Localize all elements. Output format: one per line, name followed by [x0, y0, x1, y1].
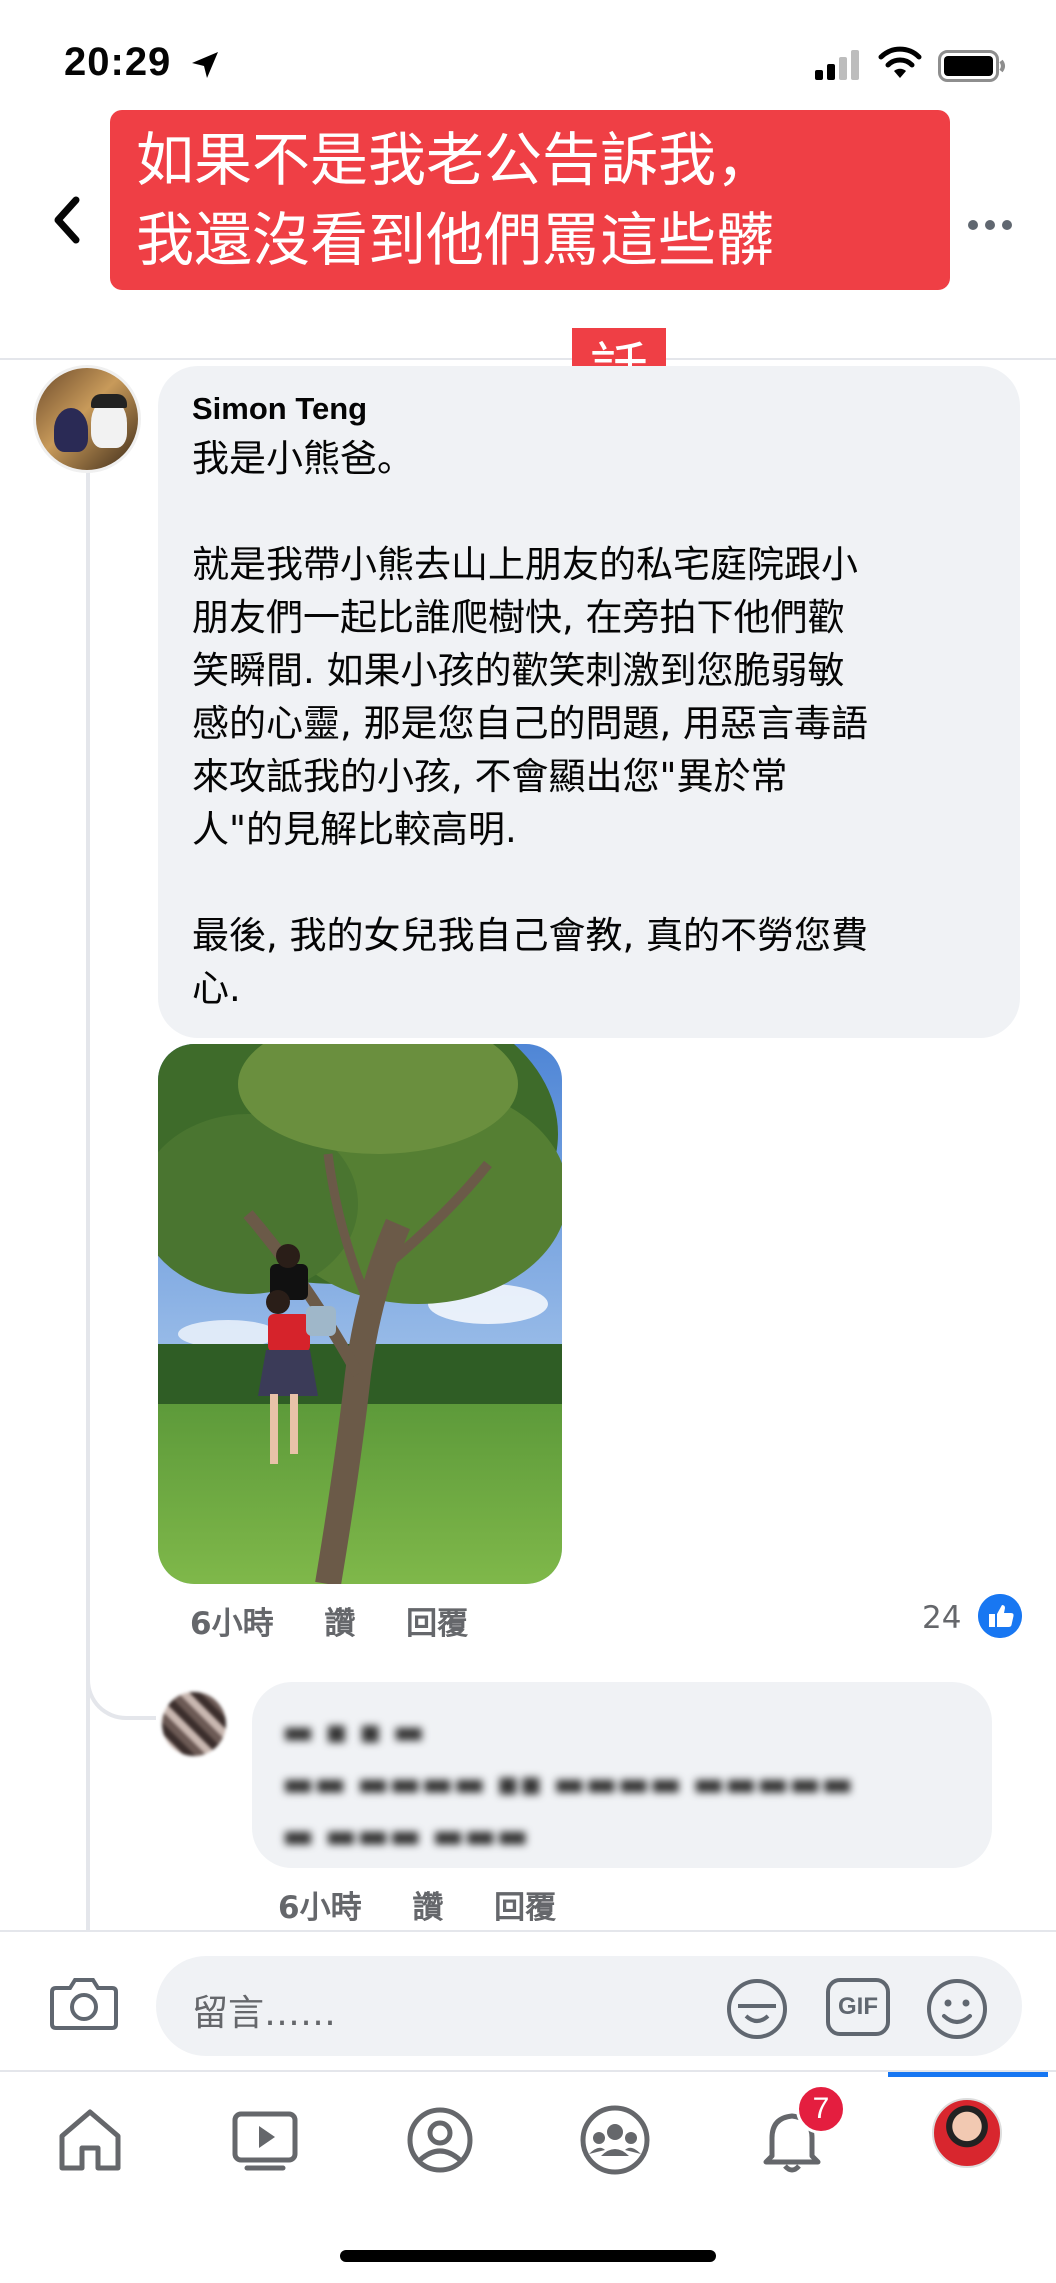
- emoji-icon[interactable]: [924, 1976, 990, 2042]
- reply-reply-button[interactable]: 回覆: [494, 1890, 556, 1926]
- comment-actions: 6小時 讚 回覆: [190, 1598, 508, 1643]
- obscured-header-subtitle: [240, 290, 420, 320]
- reply-avatar-blurred[interactable]: [162, 1692, 226, 1756]
- caption-banner-box: 如果不是我老公告訴我， 我還沒看到他們罵這些髒: [110, 110, 950, 290]
- gif-label: GIF: [838, 1993, 878, 2020]
- like-button[interactable]: 讚: [324, 1606, 355, 1642]
- reaction-count[interactable]: 24: [922, 1600, 961, 1636]
- location-arrow-icon: [192, 52, 218, 78]
- caption-line-1: 如果不是我老公告訴我，: [136, 126, 775, 194]
- reply-text-blurred-2: ▬ ▬▬▬ ▬▬▬: [282, 1816, 529, 1856]
- comment-input[interactable]: 留言…… GIF: [156, 1956, 1022, 2056]
- caption-banner: 如果不是我老公告訴我， 我還沒看到他們罵這些髒 話: [110, 110, 950, 418]
- cellular-signal-icon: [815, 50, 859, 80]
- wifi-icon: [878, 46, 922, 78]
- active-tab-indicator: [888, 2072, 1048, 2077]
- groups-icon[interactable]: [575, 2100, 655, 2180]
- commenter-avatar[interactable]: [33, 365, 141, 473]
- reply-actions: 6小時 讚 回覆: [278, 1882, 596, 1927]
- watch-video-icon[interactable]: [225, 2100, 305, 2180]
- sticker-icon[interactable]: [724, 1976, 790, 2042]
- reply-like-button[interactable]: 讚: [412, 1890, 443, 1926]
- comment-input-placeholder: 留言……: [192, 1993, 337, 2034]
- comment-body: 我是小熊爸。 就是我帶小熊去山上朋友的私宅庭院跟小 朋友們一起比誰爬樹快, 在旁…: [192, 437, 869, 1010]
- reply-text-blurred-1: ▬▬ ▬▬▬▬ ▪▪ ▬▬▬▬ ▬▬▬▬▬: [282, 1764, 854, 1804]
- comment-bubble: Simon Teng 我是小熊爸。 就是我帶小熊去山上朋友的私宅庭院跟小 朋友們…: [158, 366, 1020, 1038]
- comment-photo[interactable]: [158, 1044, 562, 1584]
- camera-icon[interactable]: [50, 1974, 118, 2032]
- reply-connector: [86, 1660, 156, 1720]
- notification-badge: 7: [796, 2084, 846, 2134]
- thumbs-up-icon[interactable]: [978, 1594, 1022, 1638]
- reply-timestamp: 6小時: [278, 1890, 362, 1926]
- thread-line: [86, 470, 90, 1930]
- battery-icon: [938, 50, 1005, 82]
- more-options-icon[interactable]: [965, 210, 1015, 240]
- comment-composer: 留言…… GIF: [0, 1930, 1056, 2070]
- reply-button[interactable]: 回覆: [406, 1606, 468, 1642]
- caption-line-2: 我還沒看到他們罵這些髒: [136, 206, 775, 274]
- status-time: 20:29: [64, 40, 172, 84]
- comment-author[interactable]: Simon Teng: [192, 388, 986, 430]
- profile-circle-icon[interactable]: [400, 2100, 480, 2180]
- back-chevron-icon[interactable]: [44, 190, 94, 250]
- home-indicator: [340, 2250, 716, 2262]
- gif-button[interactable]: GIF: [826, 1978, 890, 2036]
- reply-bubble-blurred: ▬ ▪ ▪ ▬ ▬▬ ▬▬▬▬ ▪▪ ▬▬▬▬ ▬▬▬▬▬ ▬ ▬▬▬ ▬▬▬: [252, 1682, 992, 1868]
- status-bar: 20:29: [0, 0, 1056, 110]
- comment-timestamp: 6小時: [190, 1606, 274, 1642]
- menu-profile-avatar[interactable]: [932, 2098, 1002, 2168]
- reply-author-blurred: ▬ ▪ ▪ ▬: [282, 1712, 425, 1752]
- home-icon[interactable]: [50, 2100, 130, 2180]
